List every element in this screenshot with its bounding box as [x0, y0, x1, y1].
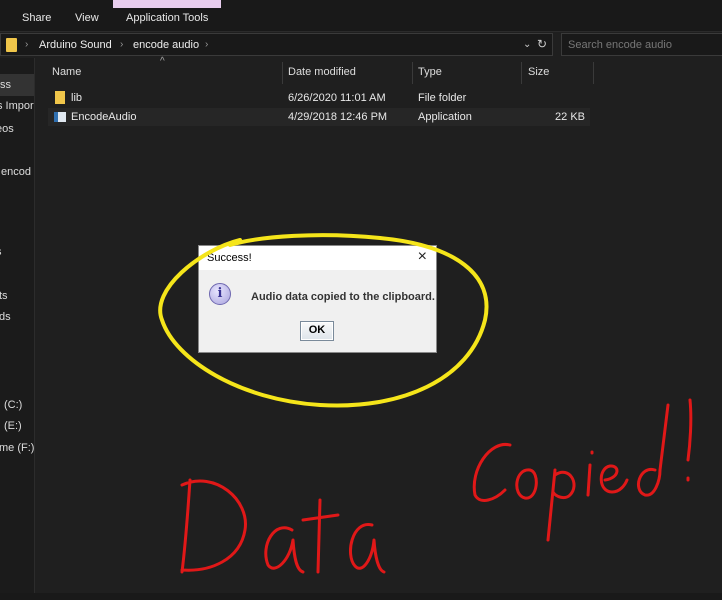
handwritten-copied-text — [472, 398, 693, 542]
handwritten-annotations — [158, 233, 693, 574]
yellow-circle-annotation — [158, 233, 489, 408]
handwritten-data-text — [180, 478, 386, 574]
